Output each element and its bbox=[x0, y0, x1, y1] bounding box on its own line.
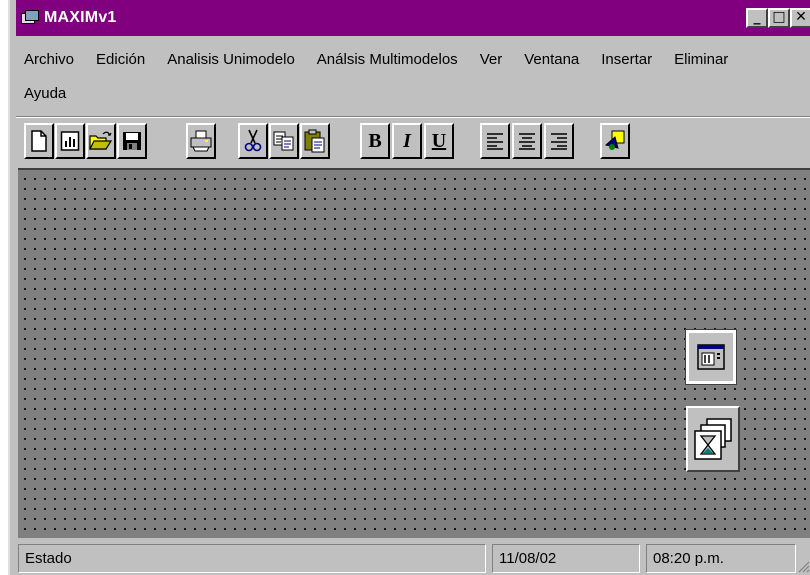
chart-icon bbox=[60, 131, 80, 151]
menu-edicion[interactable]: Edición bbox=[96, 51, 145, 68]
app-window: MAXIMv1 _ □ ✕ Archivo Edición Analisis U… bbox=[8, 0, 810, 575]
cut-icon bbox=[244, 129, 262, 152]
title-bar[interactable]: MAXIMv1 _ □ ✕ bbox=[16, 0, 810, 36]
copy-icon bbox=[273, 131, 294, 151]
align-right-button[interactable] bbox=[544, 123, 574, 159]
menu-bar: Archivo Edición Analisis Unimodelo Análs… bbox=[20, 42, 810, 114]
copy-button[interactable] bbox=[269, 123, 299, 159]
status-text: Estado bbox=[18, 544, 486, 573]
align-left-button[interactable] bbox=[480, 123, 510, 159]
menu-insertar[interactable]: Insertar bbox=[601, 51, 652, 68]
minimize-button[interactable]: _ bbox=[746, 8, 768, 28]
menu-analisis-multimodelos[interactable]: Análsis Multimodelos bbox=[317, 51, 458, 68]
app-icon[interactable] bbox=[20, 9, 40, 27]
hourglass-windows-icon bbox=[694, 418, 732, 460]
open-button[interactable] bbox=[86, 123, 116, 159]
cut-button[interactable] bbox=[238, 123, 268, 159]
menu-analisis-unimodelo[interactable]: Analisis Unimodelo bbox=[167, 51, 295, 68]
print-button[interactable] bbox=[186, 123, 216, 159]
align-center-icon bbox=[519, 133, 535, 150]
menu-ver[interactable]: Ver bbox=[480, 51, 503, 68]
status-bar: Estado 11/08/02 08:20 p.m. bbox=[16, 542, 810, 575]
resize-grip-icon[interactable] bbox=[796, 559, 810, 573]
align-right-icon bbox=[551, 133, 567, 150]
new-icon bbox=[31, 130, 47, 152]
align-center-button[interactable] bbox=[512, 123, 542, 159]
align-left-icon bbox=[487, 133, 503, 150]
menu-archivo[interactable]: Archivo bbox=[24, 51, 74, 68]
status-time: 08:20 p.m. bbox=[646, 544, 796, 573]
menu-ventana[interactable]: Ventana bbox=[524, 51, 579, 68]
underline-button[interactable]: U bbox=[424, 123, 454, 159]
open-icon bbox=[89, 131, 113, 150]
shapes-icon bbox=[604, 130, 625, 150]
save-icon bbox=[123, 132, 141, 150]
maximize-button[interactable]: □ bbox=[768, 8, 790, 28]
menu-eliminar[interactable]: Eliminar bbox=[674, 51, 728, 68]
window-tool-button[interactable] bbox=[685, 329, 737, 385]
close-button[interactable]: ✕ bbox=[790, 8, 810, 28]
status-date: 11/08/02 bbox=[492, 544, 640, 573]
window-title: MAXIMv1 bbox=[44, 9, 117, 26]
print-icon bbox=[190, 130, 212, 152]
italic-button[interactable]: I bbox=[392, 123, 422, 159]
shapes-button[interactable] bbox=[600, 123, 630, 159]
paste-button[interactable] bbox=[300, 123, 330, 159]
paste-icon bbox=[304, 129, 325, 153]
toolbar-separator bbox=[16, 116, 810, 118]
save-button[interactable] bbox=[117, 123, 147, 159]
menu-ayuda[interactable]: Ayuda bbox=[24, 85, 66, 102]
window-icon bbox=[697, 344, 725, 370]
multi-window-tool-button[interactable] bbox=[686, 406, 740, 472]
workspace-canvas[interactable] bbox=[18, 168, 810, 538]
new-button[interactable] bbox=[24, 123, 54, 159]
bold-button[interactable]: B bbox=[360, 123, 390, 159]
chart-button[interactable] bbox=[55, 123, 85, 159]
